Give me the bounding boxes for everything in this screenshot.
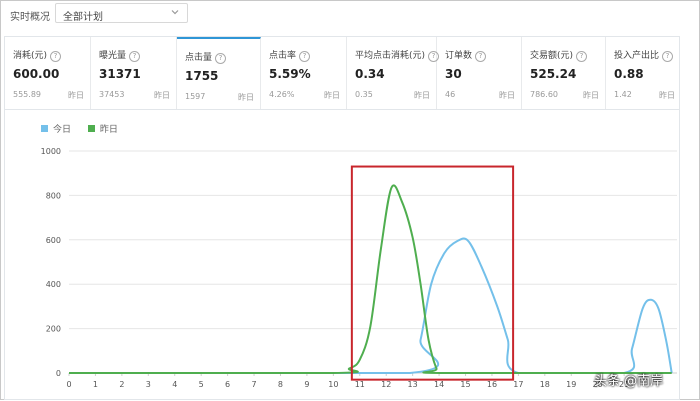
x-tick-label: 3	[146, 380, 151, 389]
x-tick-label: 1	[93, 380, 98, 389]
metric-name: 曝光量?	[99, 48, 141, 62]
metric-name: 投入产出比?	[614, 48, 674, 62]
metric-card[interactable]: 平均点击消耗(元)? 0.34 0.35 昨日	[347, 37, 440, 111]
metric-card[interactable]: 曝光量? 31371 37453 昨日	[91, 37, 177, 111]
y-tick-label: 400	[46, 280, 61, 289]
metric-prev-label: 昨日	[499, 91, 515, 100]
x-tick-label: 0	[66, 380, 71, 389]
metric-prev-label: 昨日	[583, 91, 599, 100]
x-tick-label: 17	[513, 380, 523, 389]
x-tick-label: 16	[487, 380, 497, 389]
metrics-row: 消耗(元)? 600.00 555.89 昨日 曝光量? 31371 37453 昨日 点击量?…	[4, 36, 681, 111]
chevron-down-icon	[171, 10, 179, 15]
line-chart: 020040060080010000 1 2 3 4 5 6 7 8 9 10 11 12 13 14 15 1…	[41, 147, 677, 389]
metric-prev-value: 786.60	[530, 90, 558, 99]
question-circle-icon[interactable]: ?	[299, 51, 311, 62]
x-tick-label: 5	[199, 380, 204, 389]
metric-name: 平均点击消耗(元)?	[355, 48, 440, 62]
metric-prev-value: 0.35	[355, 90, 373, 99]
metric-value: 600.00	[13, 67, 60, 81]
watermark: 头条 @南岸	[594, 374, 664, 389]
y-tick-label: 200	[46, 325, 61, 334]
question-circle-icon[interactable]: ?	[215, 53, 227, 64]
x-tick-label: 2	[119, 380, 124, 389]
metric-card[interactable]: 交易额(元)? 525.24 786.60 昨日	[522, 37, 606, 111]
header-bar: 实时概况 全部计划	[0, 0, 700, 30]
y-tick-label: 600	[46, 236, 61, 245]
metric-value: 31371	[99, 67, 141, 81]
x-tick-label: 15	[460, 380, 470, 389]
question-circle-icon[interactable]: ?	[576, 51, 588, 62]
y-tick-label: 0	[56, 369, 61, 378]
chart-panel: 今日 昨日 0 200 400 600 800 1000 0 1 2 3 4 5 6 7 8 9 10 11 12 1…	[4, 109, 680, 400]
metric-value: 525.24	[530, 67, 577, 81]
x-tick-label: 18	[540, 380, 550, 389]
question-circle-icon[interactable]: ?	[662, 51, 674, 62]
metric-value: 1755	[185, 69, 219, 83]
y-tick-label: 1000	[41, 147, 61, 156]
x-tick-label: 12	[381, 380, 391, 389]
x-tick-label: 14	[434, 380, 444, 389]
metric-value: 5.59%	[269, 67, 311, 81]
metric-name: 点击量?	[185, 50, 227, 64]
metric-name: 点击率?	[269, 48, 311, 62]
series-line-today	[69, 237, 673, 375]
y-tick-label: 800	[46, 191, 61, 200]
metric-prev-value: 37453	[99, 90, 125, 99]
x-tick-label: 7	[251, 380, 256, 389]
x-tick-label: 19	[566, 380, 576, 389]
metric-prev-value: 4.26%	[269, 90, 295, 99]
metric-prev-label: 昨日	[324, 91, 340, 100]
x-tick-label: 9	[304, 380, 309, 389]
metric-card[interactable]: 点击率? 5.59% 4.26% 昨日	[261, 37, 347, 111]
question-circle-icon[interactable]: ?	[50, 51, 62, 62]
metric-value: 30	[445, 67, 462, 81]
series-line-yesterday	[69, 184, 672, 375]
page-title: 实时概况	[10, 12, 50, 23]
metric-name: 交易额(元)?	[530, 48, 588, 62]
metric-value: 0.34	[355, 67, 385, 81]
metric-card[interactable]: 消耗(元)? 600.00 555.89 昨日	[5, 37, 91, 111]
x-tick-label: 4	[172, 380, 177, 389]
x-tick-label: 11	[355, 380, 365, 389]
metric-prev-label: 昨日	[68, 91, 84, 100]
metric-prev-value: 555.89	[13, 90, 41, 99]
metric-card[interactable]: 点击量? 1755 1597 昨日	[177, 37, 261, 111]
question-circle-icon[interactable]: ?	[129, 51, 141, 62]
x-tick-label: 13	[408, 380, 418, 389]
metric-prev-label: 昨日	[154, 91, 170, 100]
question-circle-icon[interactable]: ?	[475, 51, 487, 62]
metric-name: 订单数?	[445, 48, 487, 62]
metric-value: 0.88	[614, 67, 644, 81]
plan-select[interactable]: 全部计划	[55, 3, 188, 23]
x-tick-label: 10	[328, 380, 338, 389]
metric-card[interactable]: 订单数? 30 46 昨日	[437, 37, 522, 111]
metric-prev-value: 1597	[185, 92, 206, 101]
metric-name: 消耗(元)?	[13, 48, 62, 62]
metric-prev-value: 1.42	[614, 90, 632, 99]
plan-select-value: 全部计划	[63, 12, 103, 23]
metric-prev-value: 46	[445, 90, 456, 99]
metric-prev-label: 昨日	[238, 93, 254, 102]
x-tick-label: 8	[278, 380, 283, 389]
metric-prev-label: 昨日	[659, 91, 675, 100]
x-tick-label: 6	[225, 380, 230, 389]
metric-card[interactable]: 投入产出比? 0.88 1.42 昨日	[606, 37, 681, 111]
metric-prev-label: 昨日	[414, 91, 430, 100]
highlight-box	[350, 165, 515, 381]
